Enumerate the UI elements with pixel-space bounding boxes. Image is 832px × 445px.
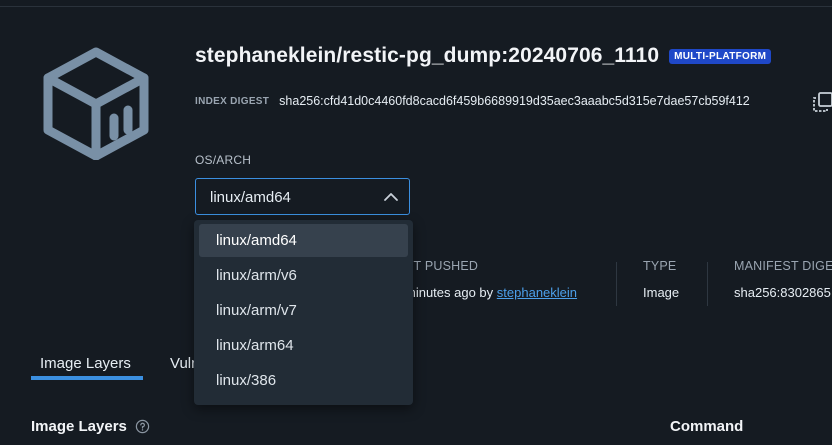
image-layers-heading: Image Layers xyxy=(31,418,150,435)
os-arch-select[interactable]: linux/amd64 xyxy=(195,178,410,215)
last-pushed-column: ST PUSHED minutes ago by stephaneklein xyxy=(405,259,577,300)
tab-image-layers[interactable]: Image Layers xyxy=(40,355,131,372)
os-arch-option[interactable]: linux/arm/v7 xyxy=(199,294,408,327)
os-arch-option[interactable]: linux/386 xyxy=(199,364,408,397)
index-digest: INDEX DIGEST sha256:cfd41d0c4460fd8cacd6… xyxy=(195,94,750,108)
os-arch-option[interactable]: linux/arm64 xyxy=(199,329,408,362)
os-arch-dropdown-menu: linux/amd64 linux/arm/v6 linux/arm/v7 li… xyxy=(194,220,413,405)
multi-platform-badge: MULTI-PLATFORM xyxy=(669,48,772,64)
index-digest-value: sha256:cfd41d0c4460fd8cacd6f459b6689919d… xyxy=(279,94,750,108)
type-column: TYPE Image xyxy=(643,259,679,300)
os-arch-option[interactable]: linux/arm/v6 xyxy=(199,259,408,292)
page-title: stephaneklein/restic-pg_dump:20240706_11… xyxy=(195,44,660,67)
title-row: stephaneklein/restic-pg_dump:20240706_11… xyxy=(195,44,772,68)
manifest-digest-value: sha256:8302865 xyxy=(734,285,831,300)
manifest-digest-label: MANIFEST DIGE xyxy=(734,259,832,273)
column-divider xyxy=(707,262,708,306)
type-label: TYPE xyxy=(643,259,677,273)
image-layers-title: Image Layers xyxy=(31,418,127,435)
image-cube-icon xyxy=(43,47,149,160)
command-heading: Command xyxy=(670,418,744,435)
os-arch-option[interactable]: linux/amd64 xyxy=(199,224,408,257)
top-divider xyxy=(0,6,832,7)
help-circle-icon[interactable] xyxy=(135,419,150,434)
last-pushed-time: minutes ago by xyxy=(405,285,494,300)
active-tab-indicator xyxy=(31,376,143,380)
chevron-up-icon xyxy=(384,193,398,201)
os-arch-label: OS/ARCH xyxy=(195,153,252,167)
column-divider xyxy=(616,262,617,306)
os-arch-selected-value: linux/amd64 xyxy=(210,189,291,206)
index-digest-label: INDEX DIGEST xyxy=(195,95,270,107)
manifest-column: MANIFEST DIGE sha256:8302865 xyxy=(734,259,832,300)
copy-icon[interactable] xyxy=(812,91,832,113)
pusher-user-link[interactable]: stephaneklein xyxy=(497,285,577,300)
type-value: Image xyxy=(643,285,680,300)
last-pushed-value: minutes ago by stephaneklein xyxy=(405,285,577,300)
last-pushed-label: ST PUSHED xyxy=(405,259,479,273)
